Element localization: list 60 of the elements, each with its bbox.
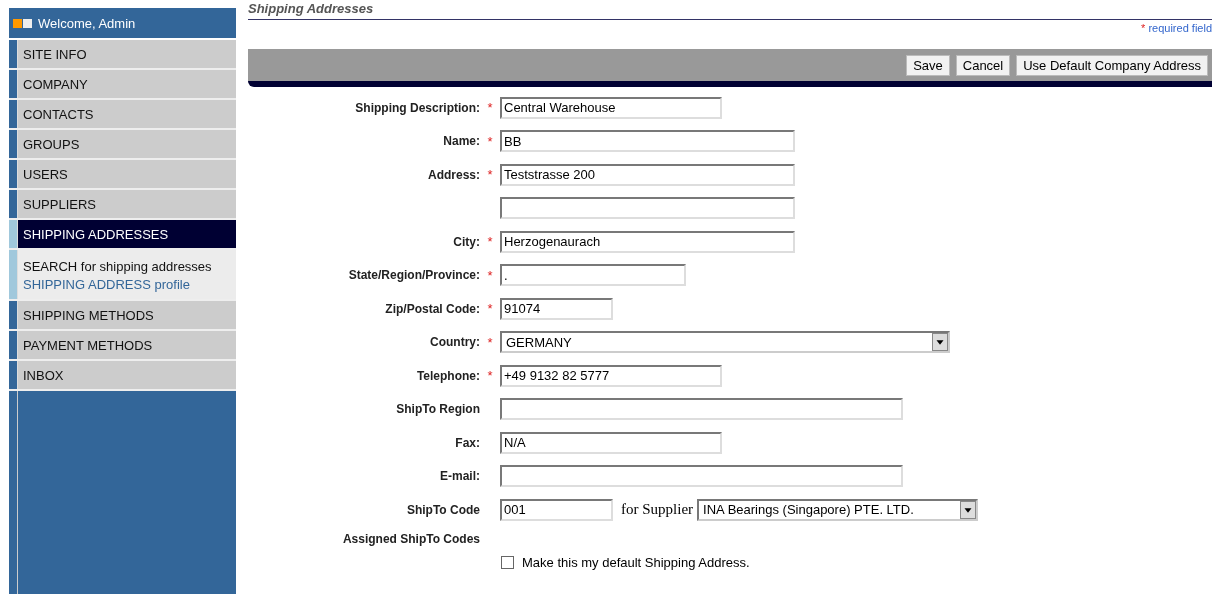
sidebar-item[interactable]: PAYMENT METHODS — [18, 331, 236, 359]
field-label: City: — [453, 234, 480, 249]
sidebar-item[interactable]: INBOX — [18, 361, 236, 389]
field-label: E-mail: — [440, 469, 480, 484]
required-mark: * — [487, 100, 493, 116]
squares-icon — [13, 18, 32, 28]
required-mark: * — [487, 301, 493, 317]
text-field[interactable]: Herzogenaurach — [500, 230, 795, 253]
field-label: Zip/Postal Code: — [385, 301, 480, 316]
submenu-link[interactable]: SHIPPING ADDRESS profile — [23, 277, 231, 293]
sidebar-accent-bar — [9, 220, 18, 248]
sidebar-item[interactable]: USERS — [18, 160, 236, 188]
text-field[interactable]: +49 9132 82 5777 — [500, 364, 722, 387]
text-field[interactable]: N/A — [500, 431, 722, 454]
toolbar-button[interactable]: Use Default Company Address — [1016, 54, 1208, 76]
sidebar-item[interactable]: GROUPS — [18, 130, 236, 158]
supplier-label: for Supplier — [621, 501, 694, 519]
text-field[interactable]: Teststrasse 200 — [500, 163, 795, 186]
text-field[interactable]: BB — [500, 130, 795, 153]
checkbox[interactable] — [501, 556, 514, 569]
supplier-select[interactable]: INA Bearings (Singapore) PTE. LTD. — [697, 498, 979, 521]
text-field[interactable]: 91074 — [500, 297, 613, 320]
required-mark: * — [1141, 22, 1146, 34]
field-label: ShipTo Code — [406, 502, 480, 517]
submenu-link[interactable]: SEARCH for shipping addresses — [23, 259, 231, 275]
sidebar-item[interactable]: SHIPPING METHODS — [18, 301, 236, 329]
field-label: ShipTo Region — [396, 402, 480, 417]
field-label: State/Region/Province: — [348, 268, 480, 283]
required-mark: * — [487, 167, 493, 183]
required-mark: * — [487, 133, 493, 149]
required-note: required field — [1148, 22, 1212, 34]
sidebar-item[interactable]: SUPPLIERS — [18, 190, 236, 218]
sidebar-item[interactable]: COMPANY — [18, 70, 236, 98]
text-field[interactable] — [500, 197, 795, 220]
page-title: Shipping Addresses — [248, 0, 1212, 20]
text-field[interactable]: Central Warehouse — [500, 96, 722, 119]
toolbar-button[interactable]: Save — [906, 54, 950, 76]
text-field[interactable] — [500, 465, 903, 488]
required-mark: * — [487, 267, 493, 283]
sidebar-item[interactable]: CONTACTS — [18, 100, 236, 128]
welcome-text: Welcome, Admin — [38, 15, 136, 31]
checkbox-label: Make this my default Shipping Address. — [522, 555, 750, 570]
field-label: Address: — [428, 167, 480, 182]
text-field[interactable] — [500, 398, 903, 421]
sidebar-accent-bar — [9, 250, 18, 299]
required-mark: * — [487, 368, 493, 384]
text-field[interactable]: . — [500, 264, 686, 287]
required-mark: * — [487, 234, 493, 250]
field-label: Shipping Description: — [355, 100, 480, 115]
sidebar-item[interactable]: SITE INFO — [18, 40, 236, 68]
field-label: Telephone: — [416, 368, 480, 383]
toolbar-button[interactable]: Cancel — [955, 54, 1011, 76]
field-label: Name: — [443, 134, 480, 149]
field-label: Country: — [430, 335, 480, 350]
field-label: Fax: — [455, 435, 480, 450]
field-label: Assigned ShipTo Codes — [342, 531, 480, 546]
sidebar-item[interactable]: SHIPPING ADDRESSES — [18, 220, 236, 248]
country-select[interactable]: GERMANY — [500, 331, 950, 354]
text-field[interactable]: 001 — [500, 498, 613, 521]
required-mark: * — [487, 334, 493, 350]
